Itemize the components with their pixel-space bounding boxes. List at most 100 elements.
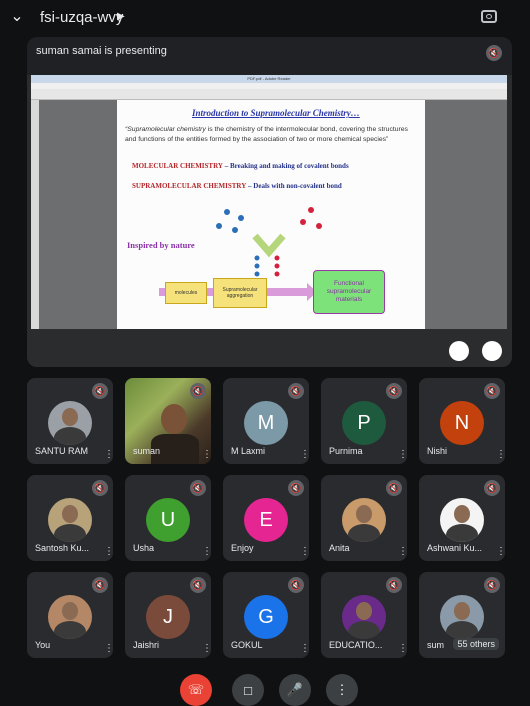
avatar: M xyxy=(244,401,288,445)
top-bar: ⌄ fsi-uzqa-wvy ▶ xyxy=(0,0,530,36)
participant-tile[interactable]: 🔇 sum 55 others xyxy=(419,572,505,658)
call-controls: ☏ □ 🎤 ⋮ xyxy=(0,668,530,706)
avatar: N xyxy=(440,401,484,445)
more-vert-icon[interactable]: ⋮ xyxy=(496,450,505,460)
avatar: J xyxy=(146,595,190,639)
mic-off-icon: 🔇 xyxy=(386,480,402,496)
mic-off-icon: 🔇 xyxy=(486,45,502,61)
slide-definition: “Supramolecular chemistry is the chemist… xyxy=(125,125,420,144)
avatar xyxy=(48,498,92,542)
phone-hangup-icon[interactable]: ☏ xyxy=(180,674,212,706)
chevron-down-icon[interactable]: ⌄ xyxy=(8,8,26,26)
more-vert-icon[interactable]: ⋮ xyxy=(104,547,113,557)
participant-name: GOKUL xyxy=(231,640,263,650)
participant-tile[interactable]: M 🔇 M Laxmi ⋮ xyxy=(223,378,309,464)
more-vert-icon[interactable]: ⋮ xyxy=(398,450,407,460)
shared-screen: PDF.pdf - Adobe Reader Introduction to S… xyxy=(27,75,512,367)
more-vert-icon[interactable]: ⋮ xyxy=(202,547,211,557)
inspired-text: Inspired by nature xyxy=(127,240,195,250)
camera-off-icon[interactable]: □ xyxy=(232,674,264,706)
flow-diagram: molecules Supramolecular aggregation Fun… xyxy=(117,270,425,325)
mic-off-icon: 🔇 xyxy=(92,383,108,399)
more-vert-icon[interactable]: ⋮ xyxy=(326,674,358,706)
avatar: U xyxy=(146,498,190,542)
participant-grid: 🔇SANTU RAM⋮🔇suman⋮M🔇M Laxmi⋮P🔇Purnima⋮N🔇… xyxy=(27,378,523,666)
more-vert-icon[interactable]: ⋮ xyxy=(202,644,211,654)
participant-name: suman xyxy=(133,446,161,456)
switch-camera-icon[interactable] xyxy=(481,10,497,23)
participant-tile[interactable]: 🔇 You ⋮ xyxy=(27,572,113,658)
avatar: E xyxy=(244,498,288,542)
participant-tile[interactable]: 🔇 Ashwani Ku... ⋮ xyxy=(419,475,505,561)
molecule-illustration xyxy=(216,207,322,277)
participant-tile[interactable]: 🔇 Anita ⋮ xyxy=(321,475,407,561)
more-vert-icon[interactable]: ⋮ xyxy=(398,547,407,557)
more-vert-icon[interactable]: ⋮ xyxy=(300,450,309,460)
participant-tile[interactable]: P 🔇 Purnima ⋮ xyxy=(321,378,407,464)
mic-off-icon: 🔇 xyxy=(386,577,402,593)
participant-name: Enjoy xyxy=(231,543,254,553)
participant-name: Jaishri xyxy=(133,640,160,650)
participant-tile[interactable]: N 🔇 Nishi ⋮ xyxy=(419,378,505,464)
pin-icon[interactable] xyxy=(449,341,469,361)
molecular-desc: – Breaking and making of covalent bonds xyxy=(222,162,349,170)
avatar xyxy=(440,595,484,639)
participant-tile[interactable]: 🔇 SANTU RAM ⋮ xyxy=(27,378,113,464)
mic-off-icon: 🔇 xyxy=(484,480,500,496)
window-title: PDF.pdf - Adobe Reader xyxy=(31,75,507,83)
participant-tile[interactable]: 🔇 EDUCATIO... ⋮ xyxy=(321,572,407,658)
others-count[interactable]: 55 others xyxy=(453,638,499,650)
mic-off-icon: 🔇 xyxy=(92,577,108,593)
more-vert-icon[interactable]: ⋮ xyxy=(104,450,113,460)
participant-tile[interactable]: E 🔇 Enjoy ⋮ xyxy=(223,475,309,561)
more-vert-icon[interactable]: ⋮ xyxy=(300,644,309,654)
fullscreen-icon[interactable] xyxy=(482,341,502,361)
participant-name: Nishi xyxy=(427,446,448,456)
participant-name: Usha xyxy=(133,543,155,553)
box-molecules: molecules xyxy=(165,282,207,304)
avatar xyxy=(342,498,386,542)
mic-off-icon: 🔇 xyxy=(484,383,500,399)
participant-tile[interactable]: U 🔇 Usha ⋮ xyxy=(125,475,211,561)
more-vert-icon[interactable]: ⋮ xyxy=(300,547,309,557)
presenting-label: suman samai is presenting xyxy=(36,45,167,57)
avatar xyxy=(48,401,92,445)
mic-off-icon: 🔇 xyxy=(190,480,206,496)
supramolecular-chemistry-line: SUPRAMOLECULAR CHEMISTRY – Deals with no… xyxy=(132,182,342,190)
caret-right-icon[interactable]: ▶ xyxy=(117,11,125,22)
window-toolbar xyxy=(31,89,507,100)
participant-name: Santosh Ku... xyxy=(35,543,90,553)
more-vert-icon[interactable]: ⋮ xyxy=(496,547,505,557)
participant-tile[interactable]: G 🔇 GOKUL ⋮ xyxy=(223,572,309,658)
mic-off-icon: 🔇 xyxy=(288,383,304,399)
participant-tile[interactable]: J 🔇 Jaishri ⋮ xyxy=(125,572,211,658)
molecular-chemistry-line: MOLECULAR CHEMISTRY – Breaking and makin… xyxy=(132,162,349,170)
box-aggregation: Supramolecular aggregation xyxy=(213,278,267,308)
more-vert-icon[interactable]: ⋮ xyxy=(398,644,407,654)
participant-name: Anita xyxy=(329,543,350,553)
more-vert-icon[interactable]: ⋮ xyxy=(104,644,113,654)
more-vert-icon[interactable]: ⋮ xyxy=(202,450,211,460)
avatar xyxy=(342,595,386,639)
slide-page: Introduction to Supramolecular Chemistry… xyxy=(117,100,425,329)
participant-name: EDUCATIO... xyxy=(329,640,383,650)
mic-off-icon[interactable]: 🎤 xyxy=(279,674,311,706)
box-materials: Functional supramolecular materials xyxy=(313,270,385,314)
window-sidebar xyxy=(31,100,39,329)
mic-off-icon: 🔇 xyxy=(190,577,206,593)
participant-name: You xyxy=(35,640,51,650)
participant-name: Ashwani Ku... xyxy=(427,543,483,553)
participant-name: sum xyxy=(427,640,445,650)
presentation-panel: suman samai is presenting 🔇 PDF.pdf - Ad… xyxy=(27,37,512,367)
mic-off-icon: 🔇 xyxy=(92,480,108,496)
mic-off-icon: 🔇 xyxy=(288,577,304,593)
participant-tile[interactable]: 🔇 suman ⋮ xyxy=(125,378,211,464)
mic-off-icon: 🔇 xyxy=(190,383,206,399)
meeting-code[interactable]: fsi-uzqa-wvy xyxy=(40,9,123,26)
definition-term: “Supramolecular chemistry xyxy=(125,126,206,133)
molecular-label: MOLECULAR CHEMISTRY xyxy=(132,162,223,170)
participant-tile[interactable]: 🔇 Santosh Ku... ⋮ xyxy=(27,475,113,561)
participant-name: SANTU RAM xyxy=(35,446,89,456)
mic-off-icon: 🔇 xyxy=(484,577,500,593)
supra-desc: – Deals with non-covalent bond xyxy=(246,182,342,190)
